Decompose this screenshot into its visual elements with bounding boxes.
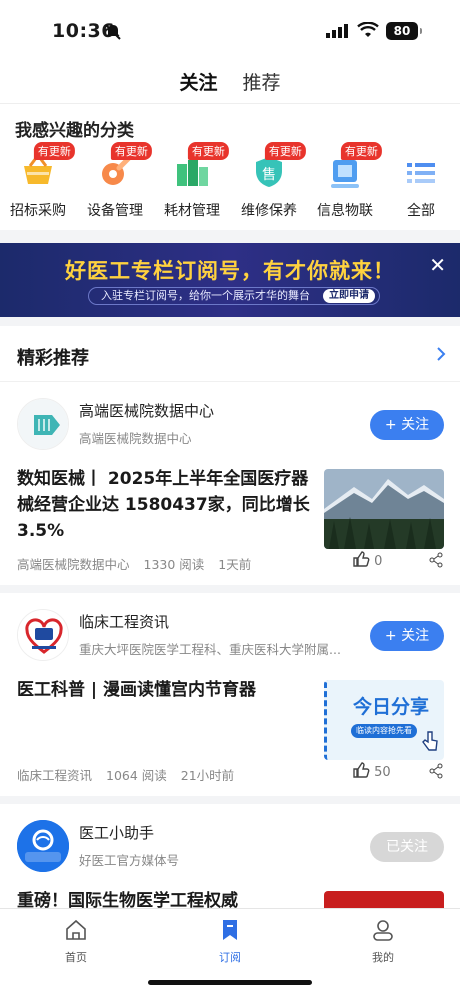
- home-indicator[interactable]: [148, 980, 312, 985]
- author-description: 好医工官方媒体号: [79, 853, 180, 868]
- article-time: 1天前: [218, 557, 252, 572]
- article-card[interactable]: 高端医械院数据中心 高端医械院数据中心 + 关注 数知医械丨 2025年上半年全…: [0, 382, 460, 593]
- avatar[interactable]: [17, 398, 69, 450]
- nav-mine-label: 我的: [372, 951, 394, 964]
- article-reads: 1330 阅读: [143, 557, 205, 572]
- article-meta: 高端医械院数据中心 1330 阅读 1天前: [17, 554, 261, 573]
- article-title[interactable]: 数知医械丨 2025年上半年全国医疗器械经营企业达 1580437家，同比增长 …: [17, 466, 313, 544]
- thumbnail-subtitle: 临读内容抢先看: [351, 724, 417, 738]
- article-meta: 临床工程资讯 1064 阅读 21小时前: [17, 765, 244, 784]
- banner-apply-button[interactable]: 立即申请: [323, 289, 375, 303]
- avatar[interactable]: [17, 609, 69, 661]
- author-name[interactable]: 临床工程资讯: [79, 611, 169, 632]
- category-label: 耗材管理: [164, 203, 220, 219]
- category-label: 信息物联: [317, 203, 373, 219]
- follow-button[interactable]: + 关注: [370, 410, 444, 440]
- article-source: 临床工程资讯: [17, 768, 93, 783]
- article-time: 21小时前: [180, 768, 235, 783]
- banner-title: 好医工专栏订阅号，有才你就来！: [65, 259, 395, 283]
- nav-mine[interactable]: 我的: [353, 919, 413, 965]
- bell-muted-icon: [105, 24, 121, 40]
- pointer-hand-icon: [422, 731, 438, 751]
- category-section: 我感兴趣的分类 有更新 招标采购 有更新 设备管理 有更新 耗材管理 有更新 售…: [0, 104, 460, 230]
- wifi-icon: [357, 22, 379, 37]
- avatar[interactable]: [17, 820, 69, 872]
- share-icon[interactable]: [428, 552, 444, 568]
- tab-recommend[interactable]: 推荐: [243, 68, 281, 100]
- update-badge: 有更新: [33, 142, 75, 160]
- article-thumbnail[interactable]: [324, 891, 444, 908]
- thumbs-up-icon: [353, 762, 370, 778]
- update-badge: 有更新: [264, 142, 306, 160]
- user-icon: [373, 920, 393, 941]
- category-item-bidding[interactable]: 有更新 招标采购: [3, 142, 75, 220]
- home-icon: [66, 919, 86, 940]
- category-item-maintenance[interactable]: 有更新 售 维修保养: [234, 142, 306, 220]
- author-description: 重庆大坪医院医学工程科、重庆医科大学附属...: [79, 642, 341, 657]
- close-icon[interactable]: ✕: [429, 253, 446, 277]
- banner-subtitle-text: 入驻专栏订阅号，给你一个展示才华的舞台: [101, 289, 310, 302]
- promo-banner[interactable]: 好医工专栏订阅号，有才你就来！ 入驻专栏订阅号，给你一个展示才华的舞台 立即申请…: [0, 243, 460, 317]
- category-item-consumables[interactable]: 有更新 耗材管理: [157, 142, 229, 220]
- category-label: 招标采购: [10, 203, 66, 219]
- author-name[interactable]: 医工小助手: [79, 822, 154, 843]
- like-button[interactable]: 50: [352, 761, 391, 780]
- category-item-equipment[interactable]: 有更新 设备管理: [80, 142, 152, 220]
- article-thumbnail[interactable]: 今日分享 临读内容抢先看: [324, 680, 444, 760]
- article-card[interactable]: 医工小助手 好医工官方媒体号 已关注 重磅！国际生物医学工程权威: [0, 804, 460, 908]
- top-tabs: 关注 推荐: [0, 62, 460, 104]
- nav-subscribe[interactable]: 订阅: [200, 919, 260, 965]
- category-item-all[interactable]: 全部: [386, 144, 456, 220]
- like-count: 0: [374, 554, 383, 569]
- nav-home[interactable]: 首页: [46, 919, 106, 965]
- author-name[interactable]: 高端医械院数据中心: [79, 400, 214, 421]
- share-icon[interactable]: [428, 763, 444, 779]
- bookmark-icon: [223, 920, 237, 940]
- article-title[interactable]: 重磅！国际生物医学工程权威: [17, 888, 313, 908]
- status-bar: 10:36 80: [0, 0, 460, 62]
- update-badge: 有更新: [110, 142, 152, 160]
- like-count: 50: [374, 765, 391, 780]
- category-label: 维修保养: [241, 203, 297, 219]
- recommend-feed: 精彩推荐 高端医械院数据中心 高端医械院数据中心 + 关注 数知医械丨 2025…: [0, 326, 460, 908]
- category-label: 全部: [407, 203, 435, 219]
- article-thumbnail[interactable]: [324, 469, 444, 549]
- article-reads: 1064 阅读: [106, 768, 167, 783]
- category-section-title: 我感兴趣的分类: [15, 121, 134, 141]
- update-badge: 有更新: [187, 142, 229, 160]
- battery-indicator: 80: [386, 22, 422, 40]
- update-badge: 有更新: [340, 142, 382, 160]
- banner-subtitle: 入驻专栏订阅号，给你一个展示才华的舞台 立即申请: [88, 287, 380, 305]
- svg-text:售: 售: [262, 167, 276, 183]
- nav-subscribe-label: 订阅: [219, 951, 241, 964]
- category-label: 设备管理: [87, 203, 143, 219]
- article-title[interactable]: 医工科普 | 漫画读懂宫内节育器: [17, 677, 313, 703]
- feed-title: 精彩推荐: [17, 348, 89, 369]
- followed-button[interactable]: 已关注: [370, 832, 444, 862]
- tab-follow[interactable]: 关注: [179, 68, 218, 100]
- chevron-right-icon[interactable]: [436, 346, 446, 362]
- article-source: 高端医械院数据中心: [17, 557, 130, 572]
- article-card[interactable]: 临床工程资讯 重庆大坪医院医学工程科、重庆医科大学附属... + 关注 医工科普…: [0, 593, 460, 804]
- thumbnail-heading: 今日分享: [353, 696, 430, 718]
- thumbs-up-icon: [353, 551, 370, 567]
- follow-button[interactable]: + 关注: [370, 621, 444, 651]
- feed-header: 精彩推荐: [0, 326, 460, 382]
- nav-home-label: 首页: [65, 951, 87, 964]
- author-description: 高端医械院数据中心: [79, 431, 192, 446]
- like-button[interactable]: 0: [352, 550, 382, 569]
- list-icon: [401, 152, 441, 192]
- signal-icon: [326, 24, 348, 38]
- category-item-iot[interactable]: 有更新 信息物联: [310, 142, 382, 220]
